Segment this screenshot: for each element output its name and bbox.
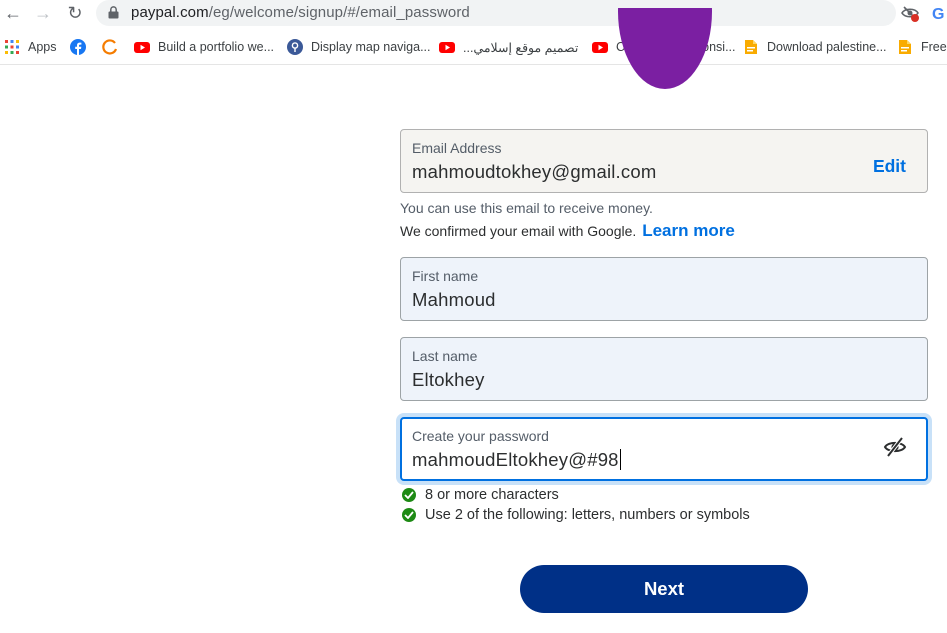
bookmark-portfolio[interactable]: Build a portfolio we... bbox=[134, 36, 274, 58]
bookmark-ring[interactable] bbox=[102, 36, 126, 58]
google-confirmation: We confirmed your email with Google. Lea… bbox=[400, 221, 735, 241]
password-field[interactable]: Create your password mahmoudEltokhey@#98 bbox=[400, 417, 928, 481]
youtube-icon bbox=[592, 42, 608, 53]
browser-toolbar: ← → ↻ paypal.com/eg/welcome/signup/#/ema… bbox=[0, 0, 947, 27]
apps-grid-icon bbox=[5, 40, 19, 54]
url-path: /eg/welcome/signup/#/email_password bbox=[208, 4, 470, 21]
google-icon[interactable]: G bbox=[930, 3, 947, 23]
first-name-label: First name bbox=[412, 268, 479, 284]
bookmark-free[interactable]: Free bbox=[897, 36, 947, 58]
bookmark-islamic[interactable]: تصميم موقع إسلامي... bbox=[439, 36, 578, 58]
back-icon[interactable]: ← bbox=[2, 2, 24, 24]
bookmark-label: Display map naviga... bbox=[311, 40, 431, 54]
password-value-wrap[interactable]: mahmoudEltokhey@#98 bbox=[412, 449, 622, 471]
bookmark-apps[interactable]: Apps bbox=[4, 36, 57, 58]
file-icon bbox=[745, 40, 757, 54]
lock-icon bbox=[108, 6, 119, 19]
youtube-icon bbox=[439, 42, 455, 53]
rule-text: Use 2 of the following: letters, numbers… bbox=[425, 507, 750, 523]
bookmark-label: Build a portfolio we... bbox=[158, 40, 275, 54]
svg-text:G: G bbox=[932, 6, 944, 23]
next-button[interactable]: Next bbox=[520, 565, 808, 613]
email-note: You can use this email to receive money. bbox=[400, 200, 653, 216]
last-name-field[interactable]: Last name Eltokhey bbox=[400, 337, 928, 401]
orange-ring-icon bbox=[102, 39, 118, 55]
bookmark-label: Free bbox=[921, 40, 947, 54]
avatar bbox=[618, 8, 712, 89]
edit-email-link[interactable]: Edit bbox=[873, 156, 906, 177]
email-field: Email Address mahmoudtokhey@gmail.com Ed… bbox=[400, 129, 928, 193]
bookmark-label: Download palestine... bbox=[767, 40, 887, 54]
facebook-icon bbox=[70, 39, 86, 55]
bookmarks-divider bbox=[0, 64, 947, 65]
bookmark-map[interactable]: Display map naviga... bbox=[287, 36, 431, 58]
address-bar[interactable]: paypal.com/eg/welcome/signup/#/email_pas… bbox=[96, 0, 896, 26]
text-caret bbox=[619, 449, 622, 470]
last-name-label: Last name bbox=[412, 348, 478, 364]
bookmark-facebook[interactable] bbox=[70, 36, 94, 58]
forward-icon[interactable]: → bbox=[32, 2, 54, 24]
youtube-icon bbox=[134, 42, 150, 53]
email-label: Email Address bbox=[412, 140, 502, 156]
password-rule-variety: Use 2 of the following: letters, numbers… bbox=[402, 506, 750, 524]
google-note: We confirmed your email with Google. bbox=[400, 223, 637, 239]
reload-icon[interactable]: ↻ bbox=[64, 2, 86, 24]
url-text: paypal.com/eg/welcome/signup/#/email_pas… bbox=[131, 4, 470, 21]
last-name-value[interactable]: Eltokhey bbox=[412, 369, 485, 391]
check-icon bbox=[402, 488, 416, 502]
first-name-value[interactable]: Mahmoud bbox=[412, 289, 496, 311]
bookmark-palestine[interactable]: Download palestine... bbox=[743, 36, 887, 58]
map-pin-icon bbox=[287, 39, 303, 55]
first-name-field[interactable]: First name Mahmoud bbox=[400, 257, 928, 321]
eye-off-icon[interactable] bbox=[900, 3, 920, 23]
file-icon bbox=[899, 40, 911, 54]
check-icon bbox=[402, 508, 416, 522]
email-value: mahmoudtokhey@gmail.com bbox=[412, 161, 657, 182]
password-value: mahmoudEltokhey@#98 bbox=[412, 449, 619, 470]
url-host: paypal.com bbox=[131, 4, 209, 21]
password-label: Create your password bbox=[412, 428, 549, 444]
bookmarks-bar: Apps Build a portfolio we... Display map… bbox=[0, 33, 947, 61]
learn-more-link[interactable]: Learn more bbox=[642, 221, 735, 240]
hide-password-icon[interactable] bbox=[883, 436, 907, 458]
password-rule-length: 8 or more characters bbox=[402, 486, 559, 504]
rule-text: 8 or more characters bbox=[425, 487, 559, 503]
bookmark-label: Apps bbox=[28, 40, 57, 54]
bookmark-label: تصميم موقع إسلامي... bbox=[463, 40, 579, 55]
